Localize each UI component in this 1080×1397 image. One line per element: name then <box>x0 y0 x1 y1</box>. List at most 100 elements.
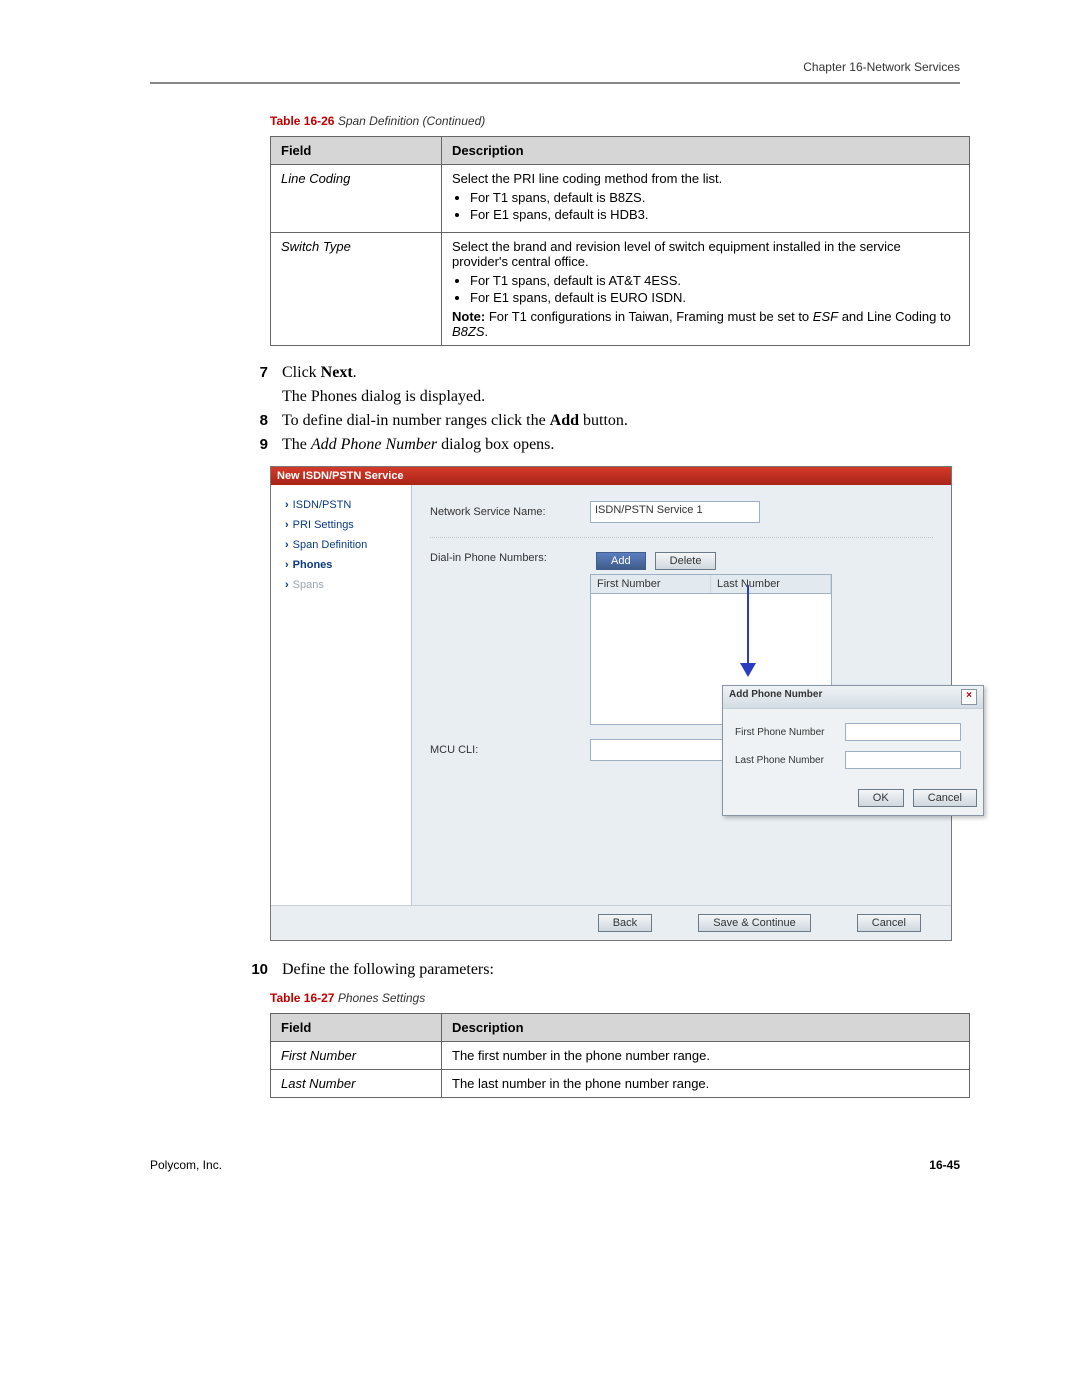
th-field: Field <box>271 1014 442 1042</box>
step-number: 7 <box>240 364 268 382</box>
table-phones-settings: Field Description First Number The first… <box>270 1013 970 1098</box>
note-end: . <box>485 324 489 339</box>
sidebar-item-span[interactable]: › Span Definition <box>271 535 411 555</box>
network-service-name-label: Network Service Name: <box>430 506 590 518</box>
step-8-post: button. <box>579 412 628 429</box>
note-esf: ESF <box>813 309 838 324</box>
table-row: Line Coding Select the PRI line coding m… <box>271 165 970 233</box>
dialog-main: Network Service Name: ISDN/PSTN Service … <box>412 485 951 905</box>
step-number: 8 <box>240 412 268 430</box>
th-description: Description <box>442 137 970 165</box>
step-number: 10 <box>240 961 268 979</box>
th-field: Field <box>271 137 442 165</box>
cell-switch-type-field: Switch Type <box>271 233 442 346</box>
cancel-button[interactable]: Cancel <box>913 789 977 807</box>
th-description: Description <box>442 1014 970 1042</box>
step-9-pre: The <box>282 436 311 453</box>
header-rule <box>150 82 960 84</box>
cell-first-number-desc: The first number in the phone number ran… <box>442 1042 970 1070</box>
sidebar-label: PRI Settings <box>293 519 354 531</box>
wizard-footer: Back Save & Continue Cancel <box>271 905 951 940</box>
table-27-number: Table 16-27 <box>270 991 334 1005</box>
callout-arrow-icon <box>747 585 749 675</box>
step-7b-post: dialog is displayed. <box>357 388 485 405</box>
step-8-pre: To define dial-in number ranges click th… <box>282 412 550 429</box>
step-7-sub: The Phones dialog is displayed. <box>282 388 960 406</box>
step-9-italic: Add Phone Number <box>311 436 437 453</box>
step-7-pre: Click <box>282 364 321 381</box>
close-icon[interactable]: × <box>961 689 977 705</box>
chevron-icon: › <box>285 499 289 511</box>
step-number: 9 <box>240 436 268 454</box>
table-27-title: Phones Settings <box>334 991 425 1005</box>
delete-button[interactable]: Delete <box>655 552 717 570</box>
cell-switch-type-desc: Select the brand and revision level of s… <box>442 233 970 346</box>
table-row: Last Number The last number in the phone… <box>271 1070 970 1098</box>
phones-dialog-screenshot: New ISDN/PSTN Service ›ISDN/PSTN › PRI Se… <box>270 466 952 941</box>
switch-type-bullet-t1: For T1 spans, default is AT&T 4ESS. <box>470 273 959 288</box>
footer-page-number: 16-45 <box>929 1158 960 1172</box>
mcu-cli-label: MCU CLI: <box>430 744 590 756</box>
window-title: New ISDN/PSTN Service <box>271 467 951 485</box>
line-coding-bullet-e1: For E1 spans, default is HDB3. <box>470 207 959 222</box>
separator <box>430 537 933 538</box>
sidebar-item-isdn[interactable]: ›ISDN/PSTN <box>271 495 411 515</box>
chevron-icon: › <box>285 539 289 551</box>
sidebar-label: Phones <box>293 559 333 571</box>
note-text1: For T1 configurations in Taiwan, Framing… <box>485 309 813 324</box>
step-7-bold: Next <box>321 364 353 381</box>
last-phone-label: Last Phone Number <box>735 755 845 766</box>
back-button[interactable]: Back <box>598 914 652 932</box>
add-phone-number-dialog: Add Phone Number × First Phone Number La… <box>722 685 984 816</box>
table-row: Switch Type Select the brand and revisio… <box>271 233 970 346</box>
step-7b-italic: Phones <box>311 388 357 405</box>
cell-last-number-desc: The last number in the phone number rang… <box>442 1070 970 1098</box>
sidebar-label: Spans <box>293 579 324 591</box>
th-last-number: Last Number <box>711 575 831 593</box>
step-8-bold: Add <box>550 412 579 429</box>
mcu-cli-input[interactable] <box>590 739 730 761</box>
network-service-name-input[interactable]: ISDN/PSTN Service 1 <box>590 501 760 523</box>
wizard-sidebar: ›ISDN/PSTN › PRI Settings › Span Definitio… <box>271 485 412 905</box>
switch-type-bullet-e1: For E1 spans, default is EURO ISDN. <box>470 290 959 305</box>
table-26-caption: Table 16-26 Span Definition (Continued) <box>270 114 960 128</box>
cell-line-coding-field: Line Coding <box>271 165 442 233</box>
note-text2: and Line Coding to <box>838 309 951 324</box>
dialin-phone-label: Dial-in Phone Numbers: <box>430 552 590 564</box>
table-row: First Number The first number in the pho… <box>271 1042 970 1070</box>
switch-type-note: Note: For T1 configurations in Taiwan, F… <box>452 309 959 339</box>
table-27-caption: Table 16-27 Phones Settings <box>270 991 960 1005</box>
step-7: 7 Click Next. <box>240 364 960 382</box>
sidebar-label: Span Definition <box>293 539 368 551</box>
chapter-header: Chapter 16-Network Services <box>150 60 960 74</box>
switch-type-intro: Select the brand and revision level of s… <box>452 239 901 269</box>
last-phone-input[interactable] <box>845 751 961 769</box>
step-9: 9 The Add Phone Number dialog box opens. <box>240 436 960 454</box>
first-phone-label: First Phone Number <box>735 727 845 738</box>
cell-first-number-field: First Number <box>271 1042 442 1070</box>
first-phone-input[interactable] <box>845 723 961 741</box>
table-26-number: Table 16-26 <box>270 114 334 128</box>
step-9-post: dialog box opens. <box>437 436 554 453</box>
th-first-number: First Number <box>591 575 711 593</box>
table-span-definition: Field Description Line Coding Select the… <box>270 136 970 346</box>
chevron-icon: › <box>285 519 289 531</box>
step-10: 10 Define the following parameters: <box>240 961 960 979</box>
note-b8zs: B8ZS <box>452 324 485 339</box>
cell-line-coding-desc: Select the PRI line coding method from t… <box>442 165 970 233</box>
sidebar-item-pri[interactable]: › PRI Settings <box>271 515 411 535</box>
ok-button[interactable]: OK <box>858 789 904 807</box>
chevron-icon: › <box>285 579 289 591</box>
cancel-wizard-button[interactable]: Cancel <box>857 914 921 932</box>
chevron-icon: › <box>285 559 289 571</box>
add-button[interactable]: Add <box>596 552 646 570</box>
save-continue-button[interactable]: Save & Continue <box>698 914 811 932</box>
table-26-title: Span Definition (Continued) <box>334 114 485 128</box>
line-coding-intro: Select the PRI line coding method from t… <box>452 171 722 186</box>
cell-last-number-field: Last Number <box>271 1070 442 1098</box>
add-phone-dialog-title: Add Phone Number <box>729 689 822 705</box>
step-8: 8 To define dial-in number ranges click … <box>240 412 960 430</box>
sidebar-item-spans: › Spans <box>271 575 411 595</box>
sidebar-item-phones[interactable]: › Phones <box>271 555 411 575</box>
footer-company: Polycom, Inc. <box>150 1158 222 1172</box>
